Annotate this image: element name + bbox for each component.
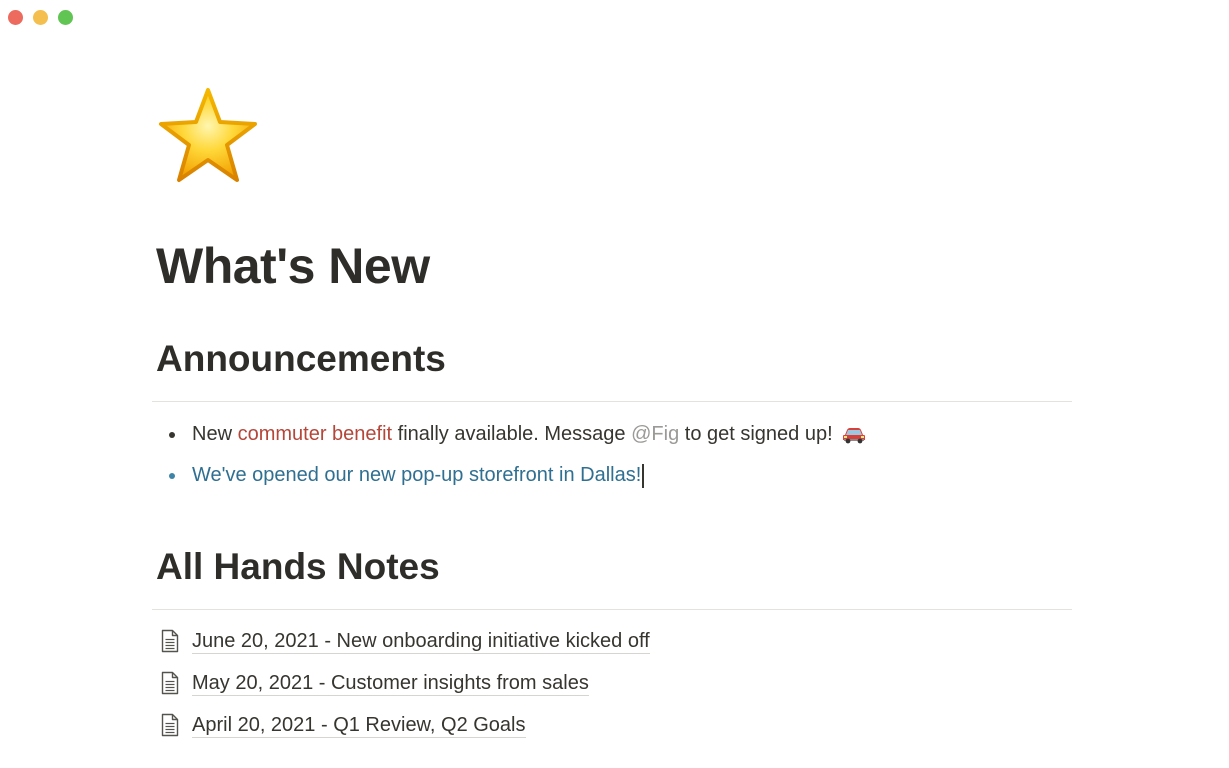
text-cursor [642,463,644,488]
close-window-button[interactable] [8,10,23,25]
divider [152,609,1072,610]
announcement-text: to get signed up! [679,423,833,445]
document-icon [161,671,179,695]
bullet-icon [169,432,175,438]
page-link-label[interactable]: June 20, 2021 - New onboarding initiativ… [192,630,650,654]
page-link[interactable]: April 20, 2021 - Q1 Review, Q2 Goals [156,706,650,748]
window-controls [8,10,73,25]
announcements-heading[interactable]: Announcements [156,336,446,382]
user-mention[interactable]: @Fig [631,423,679,445]
all-hands-pages: June 20, 2021 - New onboarding initiativ… [156,622,650,748]
minimize-window-button[interactable] [33,10,48,25]
star-icon[interactable] [156,86,260,186]
page-title[interactable]: What's New [156,236,430,296]
announcement-text: New [192,423,238,445]
page-link[interactable]: May 20, 2021 - Customer insights from sa… [156,664,650,706]
announcement-text: We've opened our new pop-up storefront i… [192,464,642,486]
app-window: What's New Announcements New commuter be… [0,0,1229,768]
page-link-label[interactable]: April 20, 2021 - Q1 Review, Q2 Goals [192,714,526,738]
announcements-list: New commuter benefit finally available. … [156,414,1056,496]
divider [152,401,1072,402]
list-item[interactable]: New commuter benefit finally available. … [156,414,1056,455]
zoom-window-button[interactable] [58,10,73,25]
page-link-label[interactable]: May 20, 2021 - Customer insights from sa… [192,672,589,696]
page-link[interactable]: June 20, 2021 - New onboarding initiativ… [156,622,650,664]
announcement-text: finally available. Message [392,423,632,445]
bullet-icon [169,473,175,479]
all-hands-heading[interactable]: All Hands Notes [156,544,440,590]
list-item[interactable]: We've opened our new pop-up storefront i… [156,455,1056,496]
commuter-benefit-highlight: commuter benefit [237,423,393,445]
document-icon [161,713,179,737]
document-icon [161,629,179,653]
car-icon [843,427,866,444]
